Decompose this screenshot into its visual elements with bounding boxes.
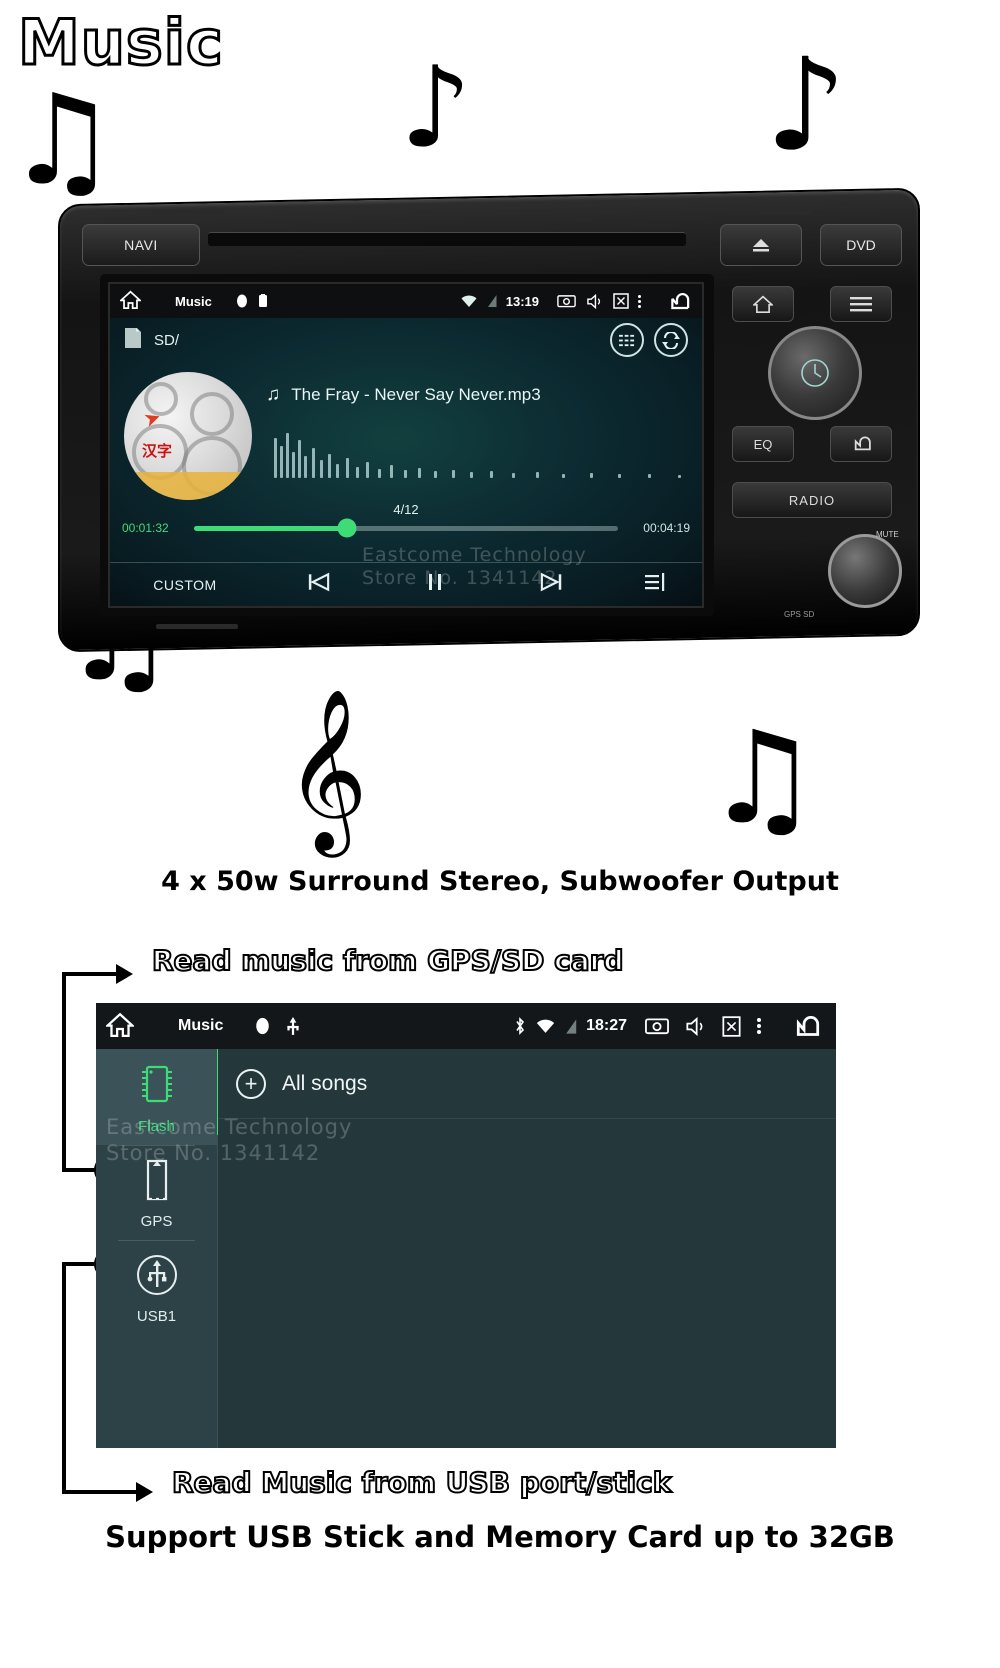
- sd-card-icon: [139, 1159, 175, 1206]
- plus-circle-icon[interactable]: +: [236, 1068, 266, 1099]
- next-button[interactable]: [493, 571, 610, 599]
- dvd-button[interactable]: DVD: [820, 224, 902, 266]
- treble-clef-icon: 𝄞: [285, 688, 368, 851]
- navi-button[interactable]: NAVI: [82, 224, 200, 266]
- eject-button[interactable]: [720, 224, 802, 266]
- now-playing: ➤ 汉字 ♫ The Fray - Never Say Never.mp3: [110, 362, 702, 500]
- sd-card-icon: [255, 1017, 270, 1035]
- camera-icon[interactable]: [557, 294, 576, 308]
- song-list-panel[interactable]: + All songs: [218, 1049, 836, 1448]
- callout-gps-sd: Read music from GPS/SD card: [151, 943, 625, 978]
- back-arrow-icon[interactable]: [788, 1015, 820, 1037]
- music-note-icon: ♪: [400, 43, 472, 173]
- music-browser-screen[interactable]: Music 18:27 Flash GPS USB1 + All songs E…: [96, 1003, 836, 1448]
- source-sidebar[interactable]: Flash GPS USB1: [96, 1049, 218, 1448]
- device-vent: [152, 210, 224, 215]
- cluster-home-button[interactable]: [732, 286, 794, 322]
- callout-usb: Read Music from USB port/stick: [171, 1465, 672, 1500]
- more-dots-icon[interactable]: [757, 1018, 761, 1034]
- pause-button[interactable]: [377, 571, 494, 599]
- volume-knob[interactable]: [828, 534, 902, 608]
- album-art-text: 汉字: [142, 443, 173, 460]
- sd-card-icon: [124, 327, 142, 353]
- equalizer-button[interactable]: [610, 323, 644, 357]
- music-note-icon: ♪: [765, 31, 847, 180]
- cluster-back-button[interactable]: [830, 426, 892, 462]
- wifi-icon: [461, 295, 477, 308]
- music-note-icon: ♫: [705, 704, 820, 853]
- sidebar-label-flash: Flash: [138, 1118, 175, 1135]
- playlist-button[interactable]: [610, 572, 702, 597]
- path-label: SD/: [154, 331, 180, 349]
- album-art: ➤ 汉字: [124, 372, 252, 500]
- track-counter: 4/12: [393, 502, 419, 517]
- seek-bar[interactable]: [194, 518, 618, 538]
- volume-icon[interactable]: [586, 293, 603, 309]
- music-note-icon: ♫: [266, 384, 281, 405]
- tagline: 4 x 50w Surround Stereo, Subwoofer Outpu…: [161, 866, 839, 897]
- browser-body: Flash GPS USB1 + All songs: [96, 1049, 836, 1448]
- device-vent: [760, 210, 812, 215]
- usb-icon: [135, 1255, 179, 1301]
- player-clock: 13:19: [505, 293, 539, 309]
- browser-clock: 18:27: [586, 1017, 627, 1034]
- bluetooth-icon: [514, 1017, 526, 1035]
- track-title: The Fray - Never Say Never.mp3: [291, 385, 541, 404]
- browser-status-bar: Music 18:27: [96, 1003, 836, 1049]
- back-arrow-icon[interactable]: [664, 292, 690, 310]
- cluster-eq-button[interactable]: EQ: [732, 426, 794, 462]
- sidebar-item-flash[interactable]: Flash: [96, 1049, 217, 1145]
- spectrum-visualizer: [266, 414, 688, 478]
- eject-icon: [753, 239, 769, 252]
- wifi-icon: [536, 1019, 555, 1034]
- browser-title: Music: [178, 1017, 224, 1034]
- camera-icon[interactable]: [645, 1017, 669, 1035]
- home-icon[interactable]: [104, 1012, 136, 1040]
- car-head-unit: NAVI DVD Music 13:19 SD/ ➤ 汉字 ♫ The Fray…: [58, 187, 920, 653]
- player-title: Music: [175, 293, 212, 309]
- sidebar-label-usb1: USB1: [136, 1308, 177, 1325]
- cluster-radio-button[interactable]: RADIO: [732, 482, 892, 518]
- all-songs-label: All songs: [282, 1071, 368, 1095]
- button-cluster: EQ RADIO MUTE GPS SD: [726, 282, 902, 622]
- more-dots-icon[interactable]: [638, 294, 641, 308]
- repeat-button[interactable]: [654, 323, 688, 357]
- custom-button[interactable]: CUSTOM: [110, 577, 260, 593]
- time-elapsed: 00:01:32: [122, 521, 169, 535]
- device-vent: [156, 624, 238, 629]
- player-controls: CUSTOM: [110, 562, 702, 606]
- previous-button[interactable]: [260, 571, 377, 599]
- player-screen[interactable]: Music 13:19 SD/ ➤ 汉字 ♫ The Fray - Never …: [108, 282, 704, 608]
- disc-slot: [208, 232, 686, 246]
- signal-icon: [565, 1018, 578, 1035]
- close-box-icon[interactable]: [613, 293, 629, 309]
- path-row: SD/: [110, 318, 702, 362]
- chip-icon: [137, 1065, 177, 1111]
- usb-icon: [258, 294, 268, 308]
- all-songs-row[interactable]: + All songs: [218, 1049, 836, 1119]
- cluster-menu-button[interactable]: [830, 286, 892, 322]
- progress-row[interactable]: 00:01:32 00:04:19: [110, 517, 702, 538]
- sidebar-label-gps: GPS: [140, 1213, 173, 1230]
- sd-card-icon: [236, 294, 248, 308]
- time-total: 00:04:19: [643, 521, 690, 535]
- volume-icon[interactable]: [685, 1016, 706, 1036]
- mute-label: MUTE: [876, 530, 899, 539]
- signal-icon: [487, 294, 498, 308]
- gps-sd-label: GPS SD: [784, 610, 815, 619]
- sidebar-item-usb1[interactable]: USB1: [96, 1241, 217, 1335]
- music-note-icon: ♫: [6, 68, 119, 213]
- home-icon[interactable]: [118, 290, 143, 312]
- rotary-dial[interactable]: [768, 326, 862, 420]
- player-status-bar: Music 13:19: [110, 284, 702, 318]
- track-title-row: ♫ The Fray - Never Say Never.mp3: [266, 384, 688, 406]
- sidebar-item-gps[interactable]: GPS: [96, 1146, 217, 1240]
- usb-icon: [286, 1016, 300, 1036]
- caption-storage-support: Support USB Stick and Memory Card up to …: [105, 1520, 895, 1554]
- close-box-icon[interactable]: [722, 1015, 741, 1037]
